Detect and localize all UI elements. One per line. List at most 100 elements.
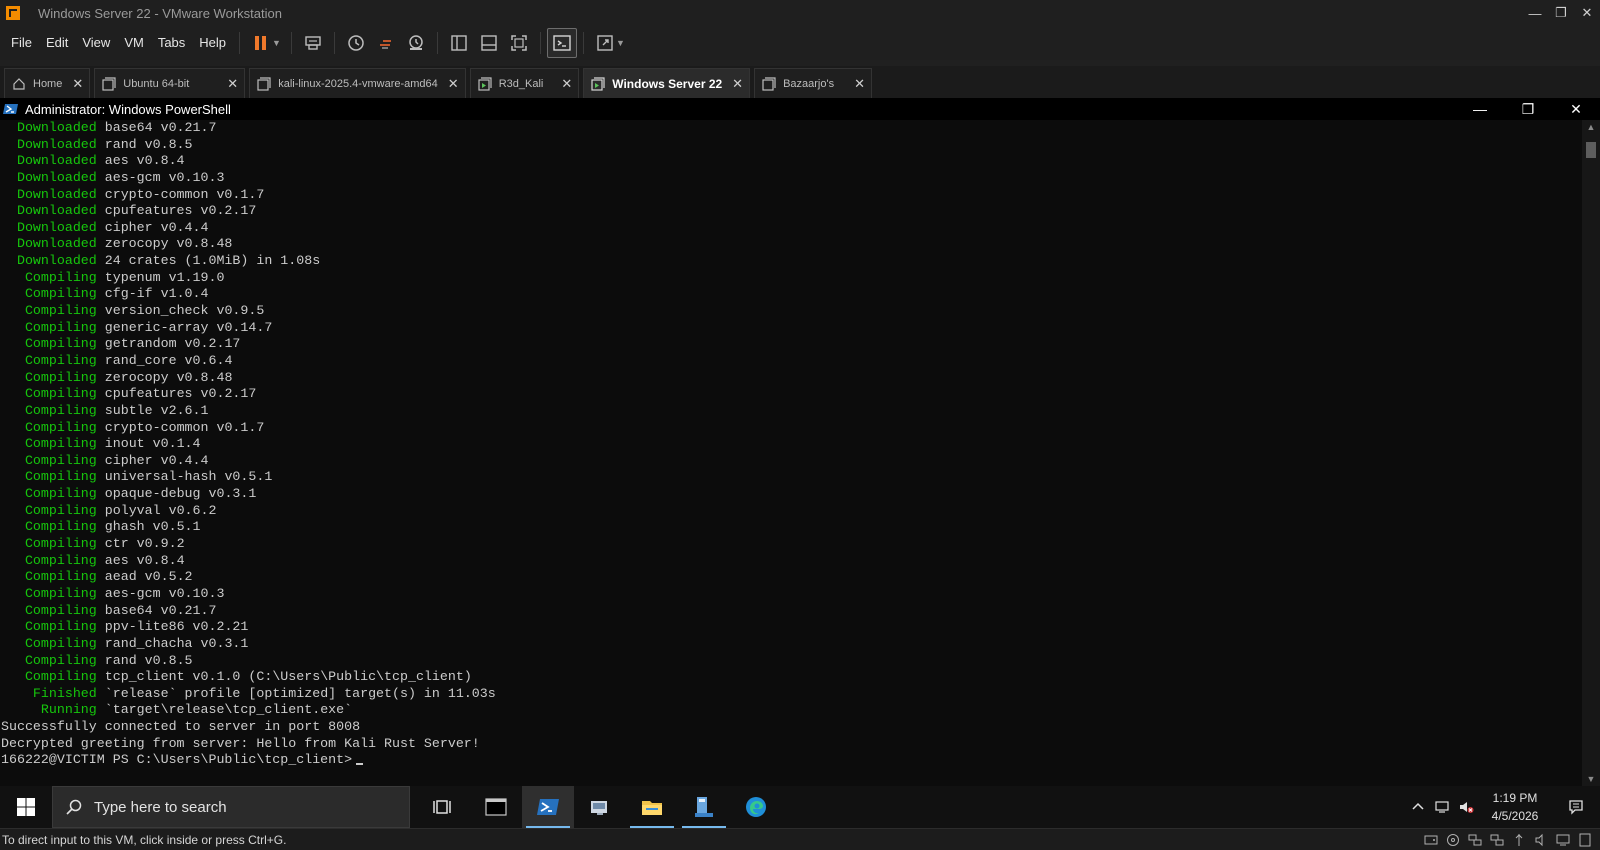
cargo-status-keyword: Compiling [24, 502, 97, 518]
search-icon [66, 799, 82, 815]
close-icon[interactable]: ✕ [854, 76, 865, 92]
usb-icon[interactable] [1508, 829, 1530, 850]
cd-dvd-icon[interactable] [1442, 829, 1464, 850]
console-line-text: crypto-common v0.1.7 [96, 186, 265, 202]
close-icon[interactable]: ✕ [732, 76, 743, 92]
scroll-down-icon[interactable]: ▼ [1582, 772, 1600, 786]
console-line: Downloaded aes-gcm v0.10.3 [0, 170, 1582, 187]
close-icon[interactable]: ✕ [561, 76, 572, 92]
network-icon[interactable] [1430, 786, 1454, 828]
console-line: Downloaded 24 crates (1.0MiB) in 1.08s [0, 253, 1582, 270]
console-line-indent [1, 453, 25, 468]
thumbnail-bar-icon[interactable] [474, 28, 504, 58]
volume-muted-icon[interactable] [1454, 786, 1478, 828]
tab-home[interactable]: Home ✕ [4, 68, 91, 98]
console-line-text: ppv-lite86 v0.2.21 [96, 619, 249, 635]
cargo-status-keyword: Compiling [24, 269, 97, 285]
full-screen-icon[interactable] [504, 28, 534, 58]
menu-vm[interactable]: VM [117, 26, 151, 60]
close-button[interactable]: ✕ [1574, 0, 1600, 26]
snapshot-icon[interactable] [341, 28, 371, 58]
revert-snapshot-icon[interactable] [371, 28, 401, 58]
scrollbar-thumb[interactable] [1586, 142, 1596, 158]
console-line-text: aes v0.8.4 [96, 552, 185, 568]
close-icon[interactable]: ✕ [448, 76, 459, 92]
tab-windows-server-22[interactable]: Windows Server 22 ✕ [583, 68, 751, 98]
tab-ubuntu[interactable]: Ubuntu 64-bit ✕ [94, 68, 246, 98]
network-adapter-icon[interactable] [1464, 829, 1486, 850]
menu-help[interactable]: Help [192, 26, 233, 60]
vmware-statusbar: To direct input to this VM, click inside… [0, 828, 1600, 850]
console-line-text: 166222@VICTIM PS C:\Users\Public\tcp_cli… [1, 752, 353, 768]
console-line: Downloaded zerocopy v0.8.48 [0, 236, 1582, 253]
console-line: Compiling polyval v0.6.2 [0, 503, 1582, 520]
console-line-text: cipher v0.4.4 [96, 452, 209, 468]
console-line: Downloaded crypto-common v0.1.7 [0, 187, 1582, 204]
console-line-text: rand_core v0.6.4 [96, 352, 233, 368]
console-line: Compiling tcp_client v0.1.0 (C:\Users\Pu… [0, 669, 1582, 686]
console-line-text: rand v0.8.5 [96, 136, 193, 152]
menu-edit[interactable]: Edit [39, 26, 75, 60]
cargo-status-keyword: Compiling [24, 352, 97, 368]
notifications-icon[interactable] [1552, 786, 1600, 828]
powershell-console[interactable]: Downloaded base64 v0.21.7 Downloaded ran… [0, 120, 1582, 786]
search-input[interactable] [94, 798, 374, 816]
library-view-icon[interactable] [444, 28, 474, 58]
menubar: File Edit View VM Tabs Help ▼ ▼ [0, 26, 1600, 60]
console-line-text: ghash v0.5.1 [96, 519, 201, 535]
edge-browser-icon[interactable] [730, 786, 782, 828]
send-ctrl-alt-del-icon[interactable] [298, 28, 328, 58]
show-hidden-icons-chevron-up-icon[interactable] [1406, 786, 1430, 828]
network-adapter-2-icon[interactable] [1486, 829, 1508, 850]
text-cursor [356, 763, 364, 766]
cargo-status-keyword: Compiling [24, 319, 97, 335]
file-explorer-icon[interactable] [626, 786, 678, 828]
console-line-text: `target\release\tcp_client.exe` [96, 702, 353, 718]
taskbar-clock[interactable]: 1:19 PM 4/5/2026 [1478, 786, 1552, 828]
command-prompt-icon[interactable] [470, 786, 522, 828]
cargo-status-keyword: Compiling [24, 519, 97, 535]
ps-close-button[interactable]: ✕ [1552, 98, 1600, 120]
console-scrollbar[interactable]: ▲ ▼ [1582, 120, 1600, 786]
menu-tabs[interactable]: Tabs [151, 26, 192, 60]
message-log-icon[interactable] [1574, 829, 1596, 850]
cargo-status-keyword: Downloaded [16, 203, 97, 219]
console-line-indent [1, 187, 17, 202]
console-line-text: aead v0.5.2 [96, 569, 193, 585]
console-line: Downloaded rand v0.8.5 [0, 137, 1582, 154]
ps-minimize-button[interactable]: — [1456, 98, 1504, 120]
tab-bazaarjos[interactable]: Bazaarjo's ✕ [754, 68, 872, 98]
tab-r3d-kali[interactable]: R3d_Kali ✕ [469, 68, 580, 98]
vm-running-icon [590, 76, 606, 92]
tab-kali-linux[interactable]: kali-linux-2025.4-vmware-amd64 ✕ [249, 68, 466, 98]
scroll-up-icon[interactable]: ▲ [1582, 120, 1600, 134]
console-line-text: rand_chacha v0.3.1 [96, 635, 249, 651]
display-icon[interactable] [1552, 829, 1574, 850]
vm-running-icon [477, 76, 493, 92]
console-line-indent [1, 519, 25, 534]
restore-button[interactable]: ❐ [1548, 0, 1574, 26]
sound-card-icon[interactable] [1530, 829, 1552, 850]
console-view-icon[interactable] [546, 28, 577, 58]
taskbar-search[interactable] [52, 786, 410, 828]
close-icon[interactable]: ✕ [72, 76, 83, 92]
snapshot-manager-icon[interactable] [401, 28, 431, 58]
console-line-indent [1, 270, 25, 285]
stretch-dropdown-icon[interactable]: ▼ [616, 38, 625, 48]
windows-start-icon[interactable] [0, 786, 52, 828]
console-line: Successfully connected to server in port… [0, 719, 1582, 736]
console-line-text: cpufeatures v0.2.17 [96, 386, 257, 402]
task-view-icon[interactable] [418, 786, 470, 828]
tab-label: kali-linux-2025.4-vmware-amd64 [278, 77, 438, 90]
ps-maximize-button[interactable]: ❐ [1504, 98, 1552, 120]
menu-view[interactable]: View [75, 26, 117, 60]
cargo-status-keyword: Compiling [24, 635, 97, 651]
powershell-taskbar-icon[interactable] [522, 786, 574, 828]
power-dropdown-icon[interactable]: ▼ [272, 38, 281, 48]
menu-file[interactable]: File [4, 26, 39, 60]
close-icon[interactable]: ✕ [227, 76, 238, 92]
network-explorer-icon[interactable] [678, 786, 730, 828]
server-manager-icon[interactable] [574, 786, 626, 828]
hard-disk-icon[interactable] [1420, 829, 1442, 850]
minimize-button[interactable]: — [1522, 0, 1548, 26]
